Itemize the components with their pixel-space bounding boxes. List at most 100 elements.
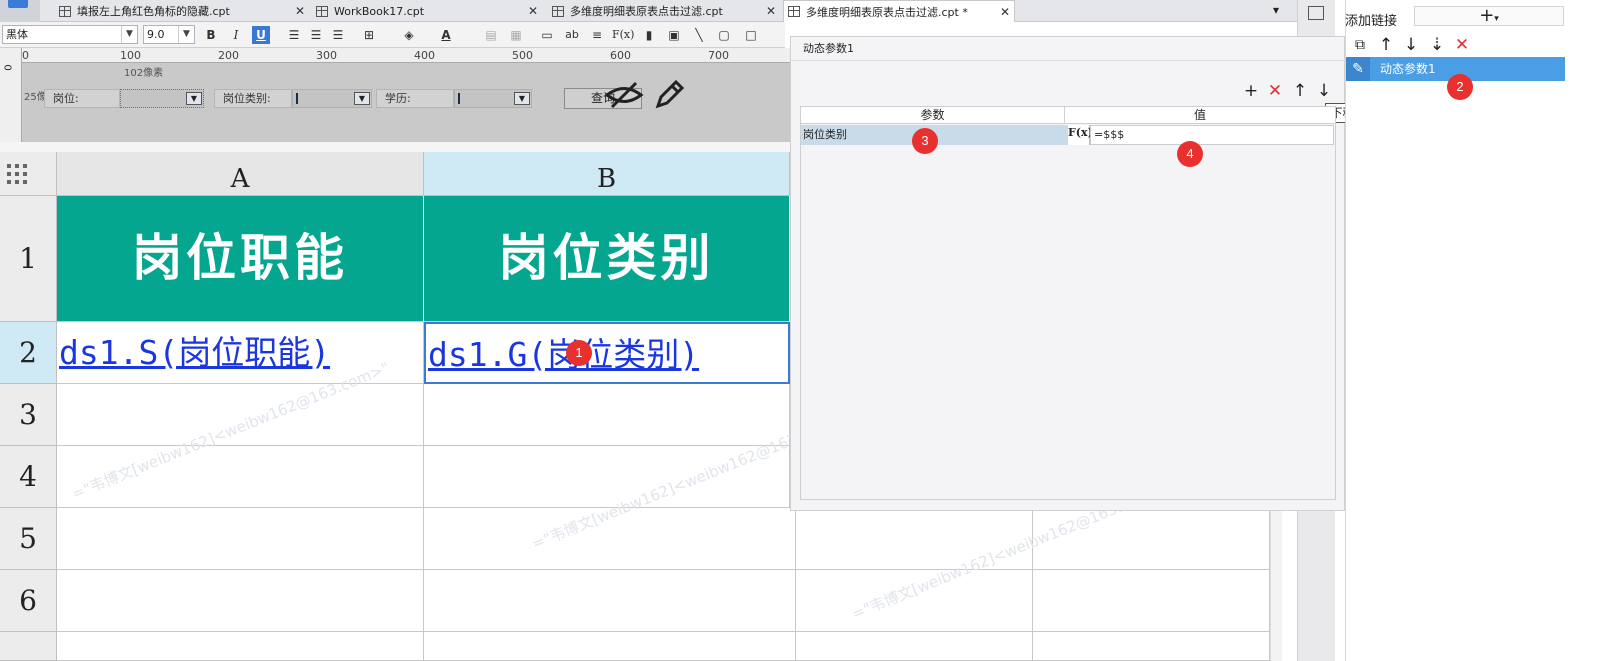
tab-file-4-active[interactable]: 多维度明细表原表点击过滤.cpt * ✕ (783, 0, 1015, 22)
font-size-value: 9.0 (147, 28, 165, 41)
border-icon[interactable]: ⊞ (360, 26, 378, 44)
row-header-5[interactable]: 5 (0, 508, 57, 570)
grid-file-icon (552, 5, 564, 17)
move-down-icon[interactable]: ↓ (1315, 82, 1333, 100)
merge-cell-icon[interactable]: ▤ (482, 26, 500, 44)
header-cell-a1[interactable]: 岗位职能 (57, 196, 424, 322)
ruler-mark: 0 (22, 49, 29, 62)
column-header-b[interactable]: B (424, 152, 790, 196)
hide-eye-icon[interactable] (604, 80, 644, 110)
empty-cell[interactable] (1033, 570, 1270, 632)
tab-bar: 填报左上角红色角标的隐藏.cpt ✕ WorkBook17.cpt ✕ 多维度明… (0, 0, 1330, 22)
row-header-3[interactable]: 3 (0, 384, 57, 446)
fill-color-icon[interactable]: ◈ (400, 26, 418, 44)
border-box-icon[interactable]: □ (742, 26, 760, 44)
link-item-label: 动态参数1 (1380, 62, 1436, 76)
row-header-2[interactable]: 2 (0, 322, 57, 384)
close-icon[interactable]: ✕ (1000, 5, 1010, 19)
param-label-category: 岗位类别: (214, 89, 292, 108)
chevron-down-icon: ▼ (178, 26, 194, 43)
edit-pencil-icon[interactable] (654, 78, 686, 110)
text-cursor (296, 93, 298, 104)
tab-label: WorkBook17.cpt (334, 4, 425, 18)
tab-list-icon[interactable]: ▾ (1273, 3, 1279, 17)
font-color-icon[interactable]: A (437, 26, 455, 44)
rich-text-icon[interactable]: ≡ (588, 26, 606, 44)
empty-cell[interactable] (57, 570, 424, 632)
annotation-badge: 2 (1447, 74, 1473, 100)
ruler-mark: 300 (316, 49, 337, 62)
down-arrow-icon[interactable]: ↓ (1402, 36, 1420, 54)
insert-line-icon[interactable]: ▭ (538, 26, 556, 44)
copy-icon[interactable]: ⧉ (1351, 36, 1369, 54)
row-header-1[interactable]: 1 (0, 196, 57, 322)
row-header-6[interactable]: 6 (0, 570, 57, 632)
empty-cell[interactable] (796, 632, 1033, 661)
add-icon[interactable]: + (1242, 82, 1260, 100)
row-header-7[interactable] (0, 632, 57, 661)
vertical-ruler: 0 (0, 48, 22, 142)
text-icon[interactable]: ab (563, 26, 581, 44)
tab-file-1[interactable]: 填报左上角红色角标的隐藏.cpt ✕ (55, 0, 310, 22)
close-icon[interactable]: ✕ (766, 4, 776, 18)
font-name-select[interactable]: 黑体 ▼ (2, 25, 138, 44)
header-cell-b1[interactable]: 岗位类别 (424, 196, 790, 322)
param-combo-education[interactable]: ▼ (454, 89, 532, 108)
ruler-mark: 700 (708, 49, 729, 62)
sub-report-icon[interactable]: ▢ (715, 26, 733, 44)
annotation-badge: 3 (912, 128, 938, 154)
horizontal-ruler: 0 100 200 300 400 500 600 700 (22, 48, 790, 63)
empty-cell[interactable] (57, 508, 424, 570)
ruler-mark: 400 (414, 49, 435, 62)
param-label-position: 岗位: (44, 89, 120, 108)
annotation-badge: 4 (1177, 141, 1203, 167)
up-arrow-icon[interactable]: ↑ (1377, 36, 1395, 54)
format-toolbar: 黑体 ▼ 9.0 ▼ B I U ☰ ☰ ☰ ⊞ ◈ A ▤ ▦ ▭ ab ≡ … (0, 22, 785, 48)
tab-file-2[interactable]: WorkBook17.cpt ✕ (312, 0, 544, 22)
delete-icon[interactable]: ✕ (1266, 82, 1284, 100)
edit-icon: ✎ (1346, 57, 1370, 81)
data-cell-b2-selected[interactable]: ds1.G(岗位类别) (424, 322, 790, 384)
delete-link-icon[interactable]: ✕ (1453, 36, 1471, 54)
font-size-select[interactable]: 9.0 ▼ (143, 25, 195, 44)
param-value-input[interactable]: =$$$ (1090, 125, 1334, 145)
move-up-icon[interactable]: ↑ (1291, 82, 1309, 100)
empty-cell[interactable] (424, 632, 796, 661)
param-combo-category[interactable]: ▼ (292, 89, 372, 108)
align-left-icon[interactable]: ☰ (285, 26, 303, 44)
slash-icon[interactable]: ╲ (690, 26, 708, 44)
align-right-icon[interactable]: ☰ (329, 26, 347, 44)
close-icon[interactable]: ✕ (528, 4, 538, 18)
param-combo-position[interactable]: ▼ (120, 89, 204, 108)
cell-formula-text: ds1.S(岗位职能) (59, 333, 331, 372)
param-table-header: 参数 值 (801, 107, 1335, 124)
param-label-education: 学历: (376, 89, 454, 108)
formula-button[interactable]: F(x) (1068, 125, 1093, 145)
chart-icon[interactable]: ▮ (640, 26, 658, 44)
row-header-4[interactable]: 4 (0, 446, 57, 508)
image-icon[interactable]: ▣ (665, 26, 683, 44)
empty-cell[interactable] (57, 632, 424, 661)
empty-cell[interactable] (424, 384, 790, 446)
tab-label: 填报左上角红色角标的隐藏.cpt (77, 5, 230, 18)
link-panel-title: 添加链接 (1345, 14, 1398, 29)
app-menu-icon[interactable] (0, 0, 40, 22)
underline-button[interactable]: U (252, 26, 270, 44)
empty-cell[interactable] (1033, 632, 1270, 661)
select-all-corner[interactable] (0, 152, 57, 196)
bold-button[interactable]: B (202, 26, 220, 44)
move-bottom-icon[interactable]: ⇣ (1428, 36, 1446, 54)
align-center-icon[interactable]: ☰ (307, 26, 325, 44)
split-cell-icon[interactable]: ▦ (507, 26, 525, 44)
formula-icon[interactable]: F(x) (612, 26, 634, 44)
layout-icon[interactable] (1308, 6, 1324, 20)
ruler-mark: 100 (120, 49, 141, 62)
ruler-mark: 600 (610, 49, 631, 62)
column-header-a[interactable]: A (57, 152, 424, 196)
italic-button[interactable]: I (227, 26, 245, 44)
tab-file-3[interactable]: 多维度明细表原表点击过滤.cpt ✕ (548, 0, 780, 22)
add-link-button[interactable]: +▾ (1414, 6, 1564, 26)
empty-cell[interactable] (424, 570, 796, 632)
vertical-scrollbar[interactable] (1270, 508, 1282, 661)
close-icon[interactable]: ✕ (295, 4, 305, 18)
